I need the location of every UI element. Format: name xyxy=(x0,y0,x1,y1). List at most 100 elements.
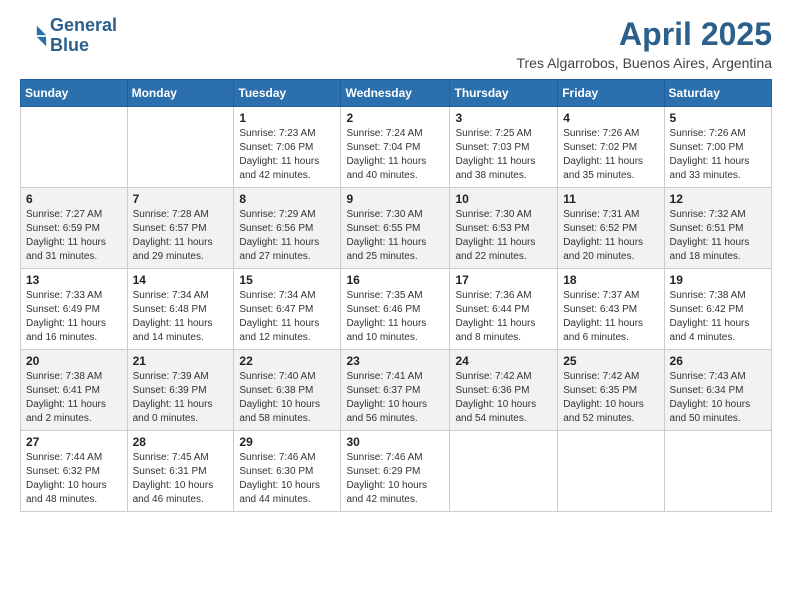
day-cell xyxy=(664,431,771,512)
logo-icon xyxy=(20,22,48,50)
calendar-header-row: SundayMondayTuesdayWednesdayThursdayFrid… xyxy=(21,80,772,107)
day-cell: 19 Sunrise: 7:38 AM Sunset: 6:42 PM Dayli… xyxy=(664,269,771,350)
day-cell: 13Sunrise: 7:33 AM Sunset: 6:49 PM Dayli… xyxy=(21,269,128,350)
day-info: Sunrise: 7:38 AM Sunset: 6:41 PM Dayligh… xyxy=(26,370,122,426)
day-info: Sunrise: 7:39 AM Sunset: 6:39 PM Dayligh… xyxy=(133,370,229,426)
day-cell xyxy=(127,107,234,188)
day-number: 19 xyxy=(670,273,766,287)
logo-line2: Blue xyxy=(50,36,117,56)
logo-text: General Blue xyxy=(50,16,117,56)
day-cell: 16Sunrise: 7:35 AM Sunset: 6:46 PM Dayli… xyxy=(341,269,450,350)
col-header-friday: Friday xyxy=(558,80,664,107)
day-cell: 25Sunrise: 7:42 AM Sunset: 6:35 PM Dayli… xyxy=(558,350,664,431)
day-cell: 11 Sunrise: 7:31 AM Sunset: 6:52 PM Dayli… xyxy=(558,188,664,269)
day-info: Sunrise: 7:24 AM Sunset: 7:04 PM Dayligh… xyxy=(346,127,444,183)
day-info: Sunrise: 7:41 AM Sunset: 6:37 PM Dayligh… xyxy=(346,370,444,426)
day-cell: 20 Sunrise: 7:38 AM Sunset: 6:41 PM Dayli… xyxy=(21,350,128,431)
day-cell: 22 Sunrise: 7:40 AM Sunset: 6:38 PM Dayli… xyxy=(234,350,341,431)
page: General Blue April 2025 Tres Algarrobos,… xyxy=(0,0,792,528)
day-number: 23 xyxy=(346,354,444,368)
day-info: Sunrise: 7:35 AM Sunset: 6:46 PM Dayligh… xyxy=(346,289,444,345)
col-header-sunday: Sunday xyxy=(21,80,128,107)
day-number: 22 xyxy=(239,354,335,368)
day-cell: 24 Sunrise: 7:42 AM Sunset: 6:36 PM Dayli… xyxy=(450,350,558,431)
day-cell: 28 Sunrise: 7:45 AM Sunset: 6:31 PM Dayli… xyxy=(127,431,234,512)
main-title: April 2025 xyxy=(516,16,772,53)
day-number: 3 xyxy=(455,111,552,125)
day-cell: 26 Sunrise: 7:43 AM Sunset: 6:34 PM Dayli… xyxy=(664,350,771,431)
day-info: Sunrise: 7:29 AM Sunset: 6:56 PM Dayligh… xyxy=(239,208,335,264)
logo-line1: General xyxy=(50,16,117,36)
day-number: 29 xyxy=(239,435,335,449)
day-number: 9 xyxy=(346,192,444,206)
day-cell: 29 Sunrise: 7:46 AM Sunset: 6:30 PM Dayli… xyxy=(234,431,341,512)
day-info: Sunrise: 7:28 AM Sunset: 6:57 PM Dayligh… xyxy=(133,208,229,264)
logo: General Blue xyxy=(20,16,117,56)
week-row-2: 6 Sunrise: 7:27 AM Sunset: 6:59 PM Daylig… xyxy=(21,188,772,269)
day-info: Sunrise: 7:34 AM Sunset: 6:48 PM Dayligh… xyxy=(133,289,229,345)
day-info: Sunrise: 7:27 AM Sunset: 6:59 PM Dayligh… xyxy=(26,208,122,264)
day-info: Sunrise: 7:30 AM Sunset: 6:53 PM Dayligh… xyxy=(455,208,552,264)
day-info: Sunrise: 7:32 AM Sunset: 6:51 PM Dayligh… xyxy=(670,208,766,264)
day-cell: 4 Sunrise: 7:26 AM Sunset: 7:02 PM Daylig… xyxy=(558,107,664,188)
day-number: 6 xyxy=(26,192,122,206)
day-cell xyxy=(450,431,558,512)
day-cell: 6 Sunrise: 7:27 AM Sunset: 6:59 PM Daylig… xyxy=(21,188,128,269)
day-number: 21 xyxy=(133,354,229,368)
day-number: 5 xyxy=(670,111,766,125)
day-cell: 23 Sunrise: 7:41 AM Sunset: 6:37 PM Dayli… xyxy=(341,350,450,431)
day-info: Sunrise: 7:26 AM Sunset: 7:02 PM Dayligh… xyxy=(563,127,658,183)
day-number: 17 xyxy=(455,273,552,287)
day-info: Sunrise: 7:34 AM Sunset: 6:47 PM Dayligh… xyxy=(239,289,335,345)
day-cell xyxy=(21,107,128,188)
day-number: 28 xyxy=(133,435,229,449)
day-number: 20 xyxy=(26,354,122,368)
day-cell: 14Sunrise: 7:34 AM Sunset: 6:48 PM Dayli… xyxy=(127,269,234,350)
day-number: 15 xyxy=(239,273,335,287)
day-cell: 3Sunrise: 7:25 AM Sunset: 7:03 PM Daylig… xyxy=(450,107,558,188)
week-row-3: 13Sunrise: 7:33 AM Sunset: 6:49 PM Dayli… xyxy=(21,269,772,350)
day-number: 11 xyxy=(563,192,658,206)
week-row-5: 27Sunrise: 7:44 AM Sunset: 6:32 PM Dayli… xyxy=(21,431,772,512)
day-number: 12 xyxy=(670,192,766,206)
day-cell: 12 Sunrise: 7:32 AM Sunset: 6:51 PM Dayli… xyxy=(664,188,771,269)
day-info: Sunrise: 7:40 AM Sunset: 6:38 PM Dayligh… xyxy=(239,370,335,426)
day-number: 24 xyxy=(455,354,552,368)
title-block: April 2025 Tres Algarrobos, Buenos Aires… xyxy=(516,16,772,71)
day-cell: 10Sunrise: 7:30 AM Sunset: 6:53 PM Dayli… xyxy=(450,188,558,269)
day-number: 26 xyxy=(670,354,766,368)
day-cell: 30 Sunrise: 7:46 AM Sunset: 6:29 PM Dayli… xyxy=(341,431,450,512)
day-info: Sunrise: 7:42 AM Sunset: 6:35 PM Dayligh… xyxy=(563,370,658,426)
col-header-saturday: Saturday xyxy=(664,80,771,107)
day-info: Sunrise: 7:43 AM Sunset: 6:34 PM Dayligh… xyxy=(670,370,766,426)
day-number: 27 xyxy=(26,435,122,449)
day-cell: 1Sunrise: 7:23 AM Sunset: 7:06 PM Daylig… xyxy=(234,107,341,188)
day-number: 1 xyxy=(239,111,335,125)
day-info: Sunrise: 7:37 AM Sunset: 6:43 PM Dayligh… xyxy=(563,289,658,345)
day-number: 30 xyxy=(346,435,444,449)
day-number: 8 xyxy=(239,192,335,206)
col-header-wednesday: Wednesday xyxy=(341,80,450,107)
col-header-tuesday: Tuesday xyxy=(234,80,341,107)
day-info: Sunrise: 7:42 AM Sunset: 6:36 PM Dayligh… xyxy=(455,370,552,426)
day-number: 4 xyxy=(563,111,658,125)
week-row-4: 20 Sunrise: 7:38 AM Sunset: 6:41 PM Dayli… xyxy=(21,350,772,431)
day-info: Sunrise: 7:46 AM Sunset: 6:30 PM Dayligh… xyxy=(239,451,335,507)
day-cell: 7Sunrise: 7:28 AM Sunset: 6:57 PM Daylig… xyxy=(127,188,234,269)
day-cell: 18 Sunrise: 7:37 AM Sunset: 6:43 PM Dayli… xyxy=(558,269,664,350)
day-cell: 15 Sunrise: 7:34 AM Sunset: 6:47 PM Dayli… xyxy=(234,269,341,350)
day-number: 2 xyxy=(346,111,444,125)
week-row-1: 1Sunrise: 7:23 AM Sunset: 7:06 PM Daylig… xyxy=(21,107,772,188)
subtitle: Tres Algarrobos, Buenos Aires, Argentina xyxy=(516,55,772,71)
day-cell: 5Sunrise: 7:26 AM Sunset: 7:00 PM Daylig… xyxy=(664,107,771,188)
day-info: Sunrise: 7:38 AM Sunset: 6:42 PM Dayligh… xyxy=(670,289,766,345)
day-info: Sunrise: 7:45 AM Sunset: 6:31 PM Dayligh… xyxy=(133,451,229,507)
header: General Blue April 2025 Tres Algarrobos,… xyxy=(20,16,772,71)
calendar-table: SundayMondayTuesdayWednesdayThursdayFrid… xyxy=(20,79,772,512)
day-info: Sunrise: 7:31 AM Sunset: 6:52 PM Dayligh… xyxy=(563,208,658,264)
day-number: 18 xyxy=(563,273,658,287)
day-info: Sunrise: 7:30 AM Sunset: 6:55 PM Dayligh… xyxy=(346,208,444,264)
day-cell: 21 Sunrise: 7:39 AM Sunset: 6:39 PM Dayli… xyxy=(127,350,234,431)
day-info: Sunrise: 7:46 AM Sunset: 6:29 PM Dayligh… xyxy=(346,451,444,507)
col-header-thursday: Thursday xyxy=(450,80,558,107)
